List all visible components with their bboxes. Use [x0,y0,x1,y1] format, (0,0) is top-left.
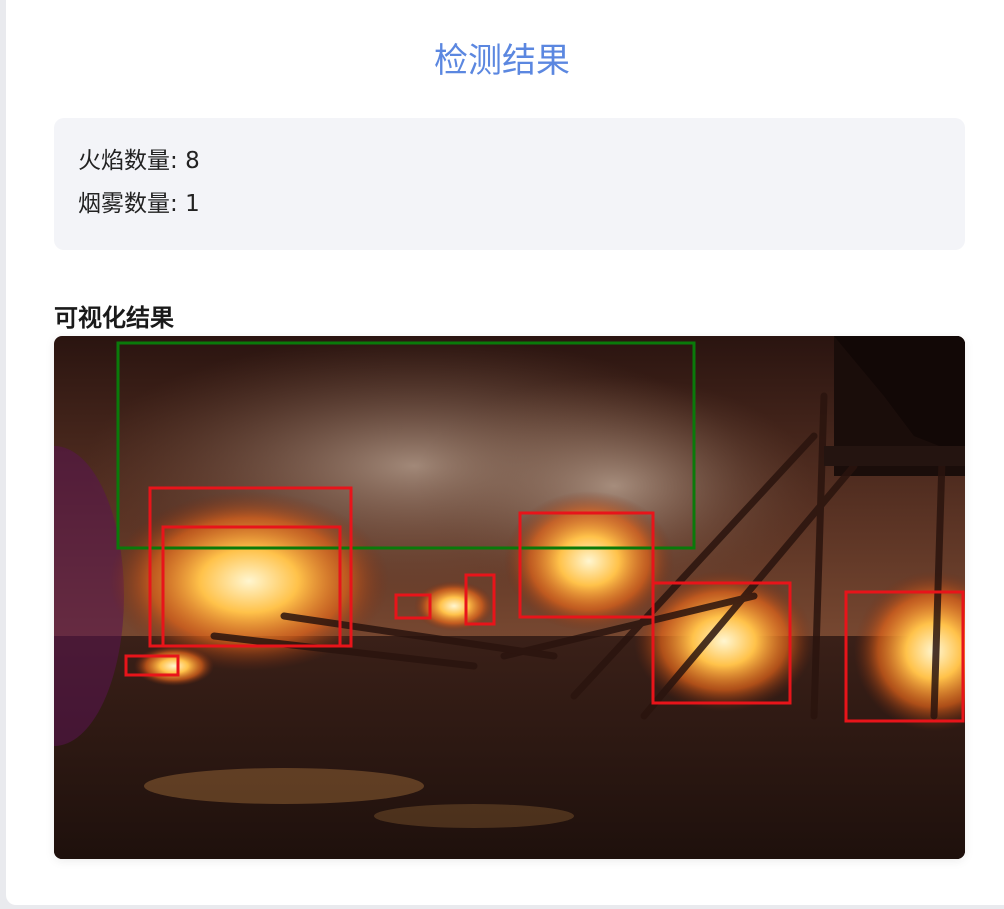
visualization-title: 可视化结果 [54,304,174,332]
fire-count-label: 火焰数量: [78,148,178,174]
page-title: 检测结果 [434,41,570,81]
fire-count-value: 8 [185,148,200,174]
smoke-count-label: 烟雾数量: [78,191,178,217]
fire-count-row: 火焰数量: 8 [78,146,200,176]
detection-image [54,336,965,859]
stats-panel: 火焰数量: 8 烟雾数量: 1 [54,118,965,250]
fire-scene-image [54,336,965,859]
smoke-count-row: 烟雾数量: 1 [78,189,200,219]
smoke-count-value: 1 [185,191,200,217]
